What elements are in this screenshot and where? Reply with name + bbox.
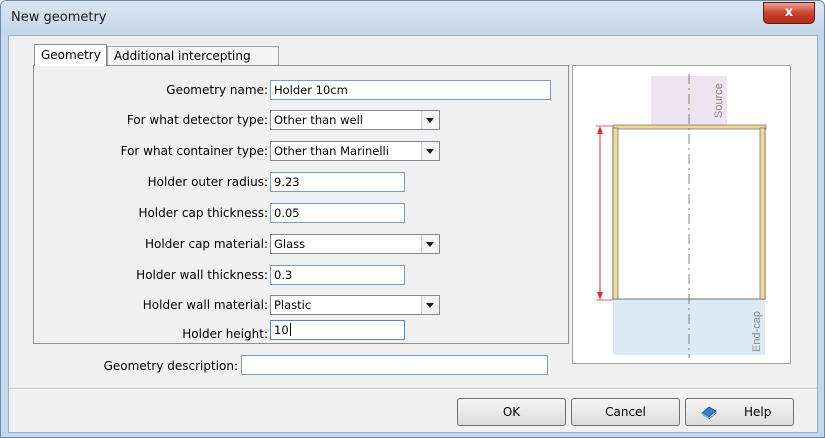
cancel-button[interactable]: Cancel [571, 398, 680, 426]
geometry-name-label: Geometry name: [166, 83, 268, 97]
help-button[interactable]: Help [685, 398, 794, 426]
holder-right-wall [759, 127, 766, 300]
cap-material-label: Holder cap material: [145, 237, 268, 251]
container-type-value: Other than Marinelli [274, 144, 389, 158]
ok-button[interactable]: OK [457, 398, 566, 426]
wall-material-label: Holder wall material: [142, 298, 268, 312]
cap-material-value: Glass [274, 237, 306, 251]
tab-geometry[interactable]: Geometry [34, 44, 107, 66]
chevron-down-icon[interactable] [421, 142, 439, 160]
holder-left-wall [612, 127, 619, 300]
height-value: 10 [274, 323, 289, 337]
container-type-label: For what container type: [120, 144, 268, 158]
close-button[interactable]: x [763, 2, 815, 24]
detector-type-value: Other than well [274, 113, 363, 127]
endcap-label: End-cap [751, 311, 763, 352]
holder-cap [612, 124, 767, 130]
geometry-preview-drawing: Source End-cap [596, 74, 767, 358]
source-label: Source [713, 83, 725, 118]
cancel-button-label: Cancel [605, 405, 646, 419]
chevron-down-icon[interactable] [421, 296, 439, 314]
wall-thickness-label: Holder wall thickness: [136, 268, 268, 282]
holder-body [612, 127, 766, 300]
height-label: Holder height: [182, 327, 268, 341]
footer-separator [9, 388, 817, 390]
geometry-description-input[interactable] [241, 355, 548, 375]
container-type-select[interactable]: Other than Marinelli [270, 141, 440, 161]
dialog-client-area: Geometry Additional intercepting layers … [8, 35, 818, 433]
detector-type-label: For what detector type: [126, 113, 268, 127]
geometry-tab-panel: Geometry name: Holder 10cm For what dete… [33, 65, 569, 344]
window-title: New geometry [11, 10, 107, 25]
tab-geometry-label: Geometry [41, 48, 101, 62]
help-button-label: Help [744, 405, 772, 419]
detector-type-select[interactable]: Other than well [270, 110, 440, 130]
outer-radius-input[interactable]: 9.23 [270, 172, 405, 192]
wall-material-value: Plastic [274, 298, 312, 312]
cap-material-select[interactable]: Glass [270, 234, 440, 254]
close-icon: x [784, 5, 794, 20]
height-input[interactable]: 10 [270, 320, 405, 340]
height-arrow-bottom [597, 292, 603, 300]
text-cursor [289, 323, 291, 336]
cap-thickness-input[interactable]: 0.05 [270, 203, 405, 223]
dialog-window: New geometry x Geometry Additional inter… [0, 0, 825, 438]
cap-thickness-label: Holder cap thickness: [138, 206, 268, 220]
geometry-description-label: Geometry description: [103, 359, 238, 373]
height-arrow-top [597, 126, 603, 134]
wall-thickness-input[interactable]: 0.3 [270, 265, 405, 285]
outer-radius-label: Holder outer radius: [147, 175, 268, 189]
tab-additional-intercepting-layers[interactable]: Additional intercepting layers [107, 46, 279, 81]
ok-button-label: OK [502, 405, 521, 419]
title-bar[interactable]: New geometry x [1, 1, 824, 35]
help-book-icon [701, 406, 717, 420]
wall-material-select[interactable]: Plastic [270, 295, 440, 315]
geometry-name-input[interactable]: Holder 10cm [270, 80, 551, 100]
geometry-preview: Source End-cap [572, 65, 791, 364]
endcap-region [613, 299, 765, 355]
chevron-down-icon[interactable] [421, 235, 439, 253]
chevron-down-icon[interactable] [421, 111, 439, 129]
